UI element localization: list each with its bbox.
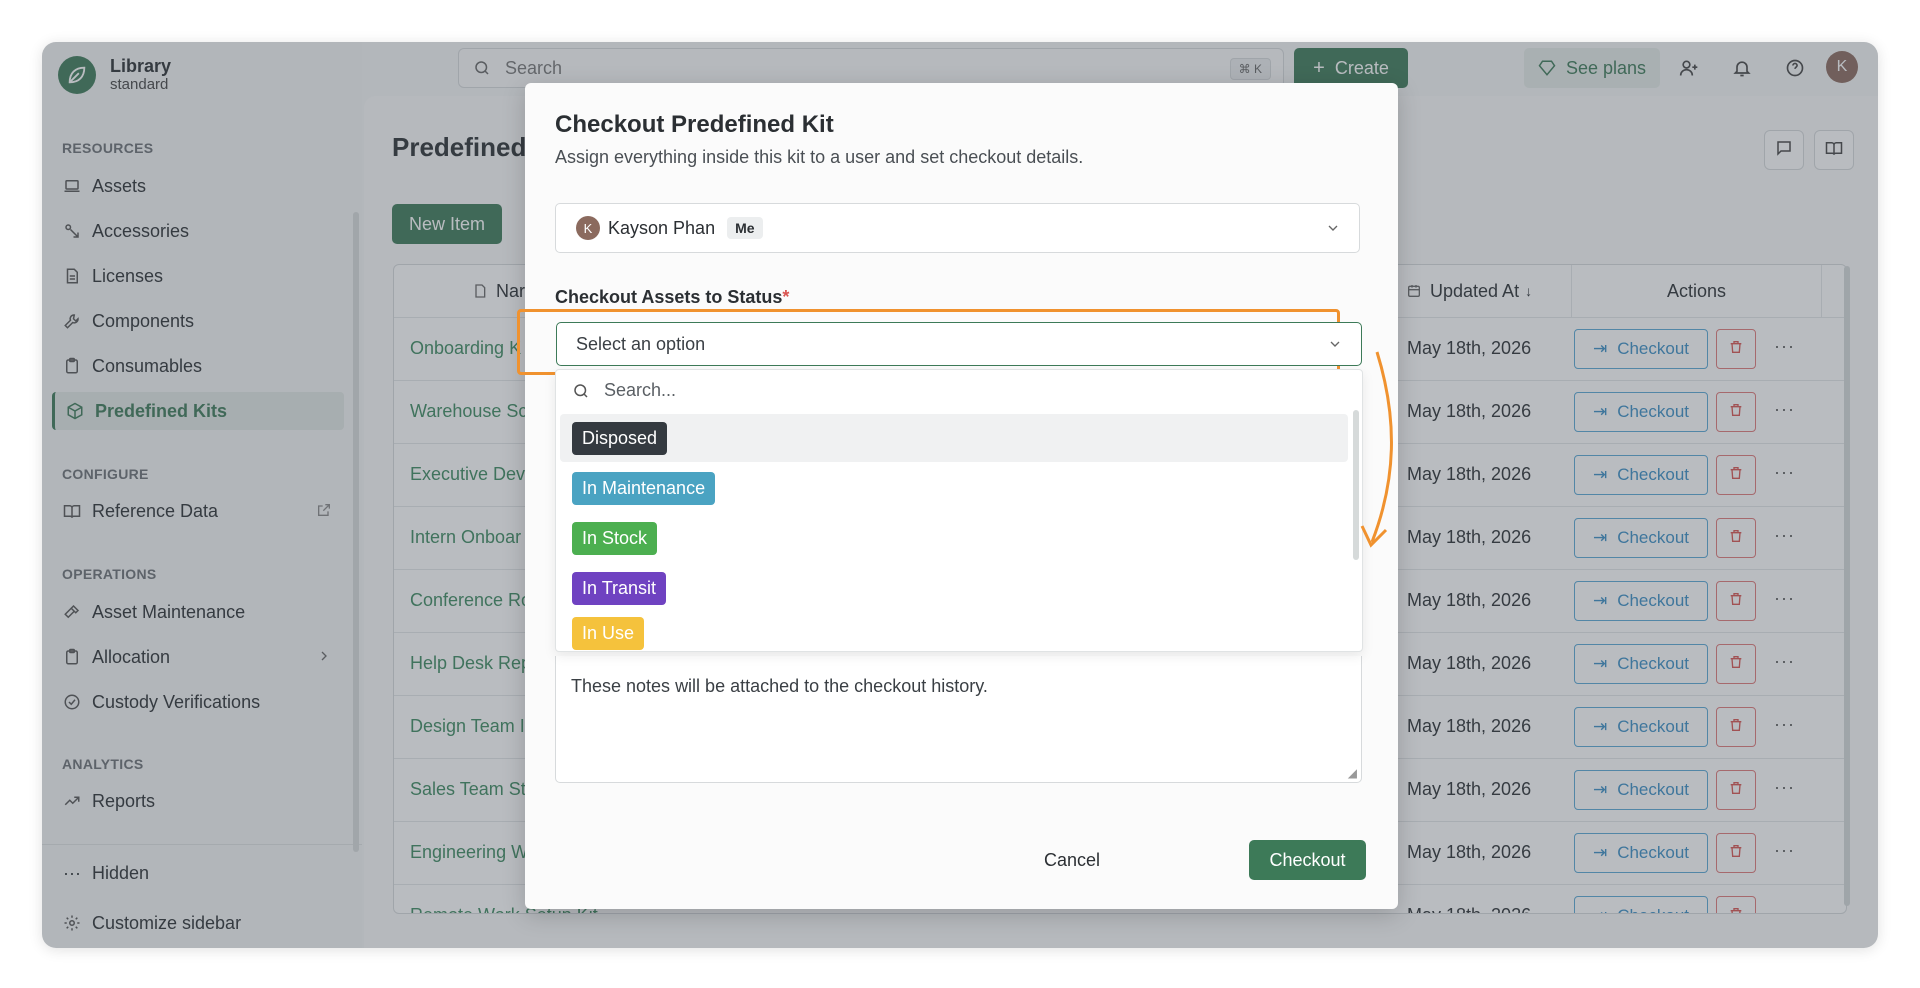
status-option-disposed[interactable]: Disposed <box>560 414 1348 462</box>
status-option-in-maintenance[interactable]: In Maintenance <box>560 464 1348 512</box>
status-select[interactable]: Select an option <box>556 322 1362 366</box>
checkout-kit-dialog: Checkout Predefined Kit Assign everythin… <box>517 83 1398 909</box>
status-chip: In Transit <box>572 571 667 605</box>
required-mark: * <box>782 287 790 307</box>
notes-placeholder: These notes will be attached to the chec… <box>571 676 988 696</box>
checkout-button[interactable]: Checkout <box>1249 840 1366 880</box>
resize-handle-icon[interactable]: ◢ <box>1348 766 1357 780</box>
selected-user-name: Kayson Phan <box>608 217 716 238</box>
chevron-down-icon <box>1327 336 1343 357</box>
status-option-in-transit[interactable]: In Transit <box>560 564 1348 612</box>
cancel-button[interactable]: Cancel <box>1030 840 1114 880</box>
status-option-in-use[interactable]: In Use <box>560 614 1348 652</box>
me-badge: Me <box>727 217 763 239</box>
status-chip: In Use <box>572 616 645 650</box>
notes-textarea[interactable]: These notes will be attached to the chec… <box>555 656 1362 783</box>
status-field-label: Checkout Assets to Status* <box>555 287 789 308</box>
dialog-subtitle: Assign everything inside this kit to a u… <box>555 147 1084 167</box>
dropdown-scrollbar[interactable] <box>1353 410 1359 560</box>
status-dropdown: Search... Disposed In Maintenance In Sto… <box>555 369 1363 652</box>
user-select[interactable]: K Kayson Phan Me <box>555 203 1360 253</box>
chevron-down-icon <box>1325 220 1341 241</box>
status-placeholder: Select an option <box>576 333 706 354</box>
search-icon <box>572 382 590 400</box>
status-chip: In Maintenance <box>572 471 716 505</box>
status-chip: Disposed <box>572 421 668 455</box>
user-avatar: K <box>576 216 600 240</box>
dropdown-search-input[interactable]: Search... <box>572 380 676 401</box>
status-option-in-stock[interactable]: In Stock <box>560 514 1348 562</box>
dropdown-search-placeholder: Search... <box>604 380 677 400</box>
dialog-title: Checkout Predefined Kit <box>555 111 834 138</box>
status-chip: In Stock <box>572 521 658 555</box>
status-label-text: Checkout Assets to Status <box>555 287 783 307</box>
